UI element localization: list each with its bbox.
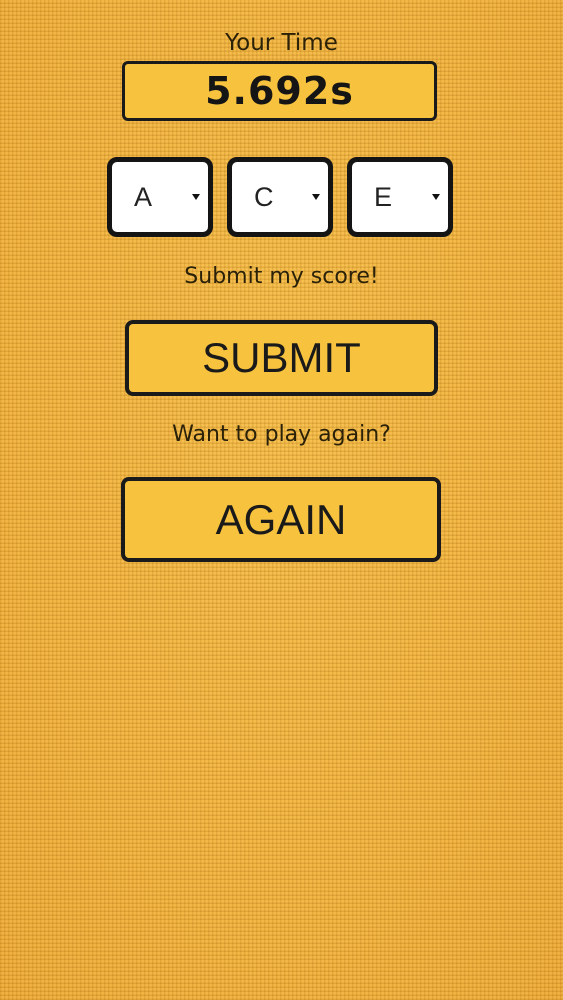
initial-select-1-value: A [134, 182, 153, 212]
submit-prompt: Submit my score! [184, 264, 379, 289]
time-value: 5.692s [205, 69, 354, 113]
play-again-prompt: Want to play again? [172, 422, 391, 447]
chevron-down-icon [432, 194, 440, 200]
again-button[interactable]: AGAIN [121, 477, 441, 562]
time-display: 5.692s [122, 61, 437, 121]
your-time-label: Your Time [225, 30, 338, 56]
initial-select-3-value: E [374, 182, 393, 212]
initial-select-2[interactable]: C [227, 157, 333, 237]
submit-button[interactable]: SUBMIT [125, 320, 438, 396]
chevron-down-icon [192, 194, 200, 200]
initial-select-2-value: C [254, 182, 274, 212]
initial-select-1[interactable]: A [107, 157, 213, 237]
initial-select-3[interactable]: E [347, 157, 453, 237]
chevron-down-icon [312, 194, 320, 200]
